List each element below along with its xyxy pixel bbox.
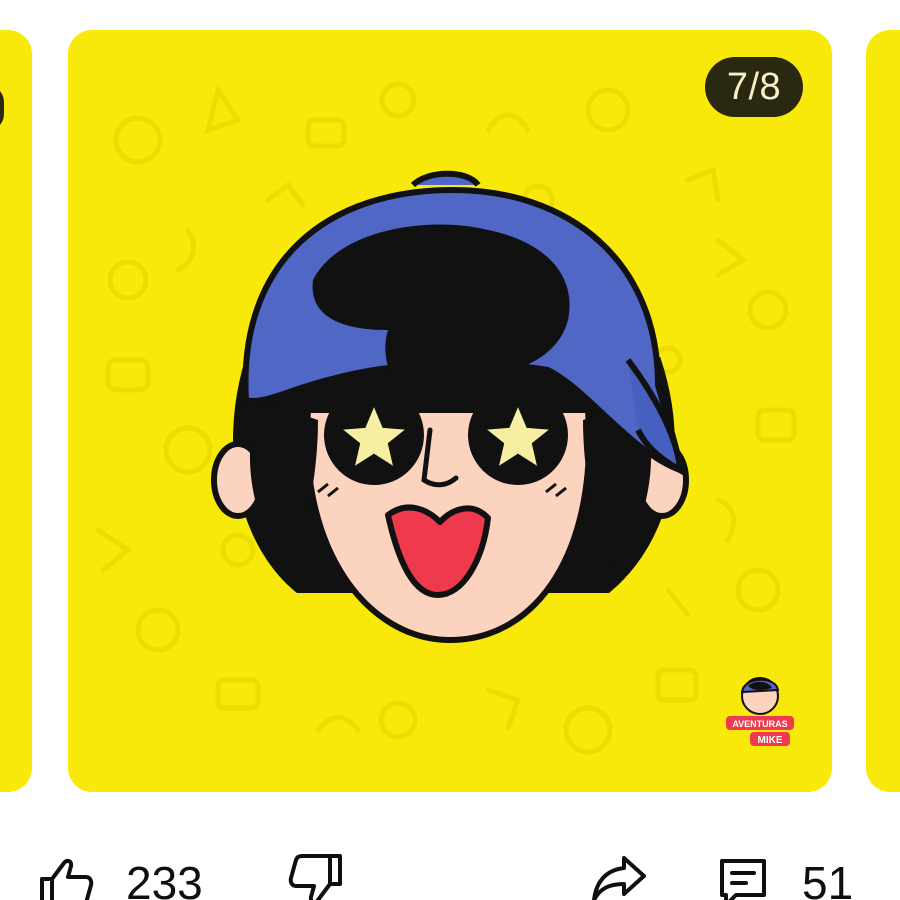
like-count: 233 bbox=[126, 857, 203, 900]
share-icon bbox=[592, 856, 646, 900]
image-counter-badge: 7/8 bbox=[705, 57, 803, 117]
post-action-bar: 233 51 bbox=[0, 830, 900, 900]
share-button[interactable] bbox=[590, 854, 648, 900]
comment-count: 51 bbox=[802, 857, 854, 900]
next-image-card[interactable] bbox=[866, 30, 900, 792]
like-button[interactable]: 233 bbox=[38, 848, 203, 900]
next-card-background bbox=[866, 30, 900, 792]
comment-icon bbox=[720, 859, 766, 900]
comments-button[interactable]: 51 bbox=[718, 848, 853, 900]
svg-text:AVENTURAS: AVENTURAS bbox=[732, 719, 787, 729]
previous-card-background bbox=[0, 30, 32, 792]
post-screen: AVENTURAS MIKE 7/8 233 51 bbox=[0, 0, 900, 900]
dislike-button[interactable] bbox=[288, 852, 344, 900]
svg-text:MIKE: MIKE bbox=[758, 735, 783, 746]
thumbs-up-icon bbox=[40, 858, 94, 900]
thumbs-down-icon bbox=[288, 854, 342, 900]
previous-image-card[interactable] bbox=[0, 30, 32, 792]
channel-logo-watermark: AVENTURAS MIKE bbox=[726, 677, 794, 746]
carousel-image-card[interactable]: AVENTURAS MIKE 7/8 bbox=[68, 30, 832, 792]
character-illustration bbox=[211, 170, 689, 644]
